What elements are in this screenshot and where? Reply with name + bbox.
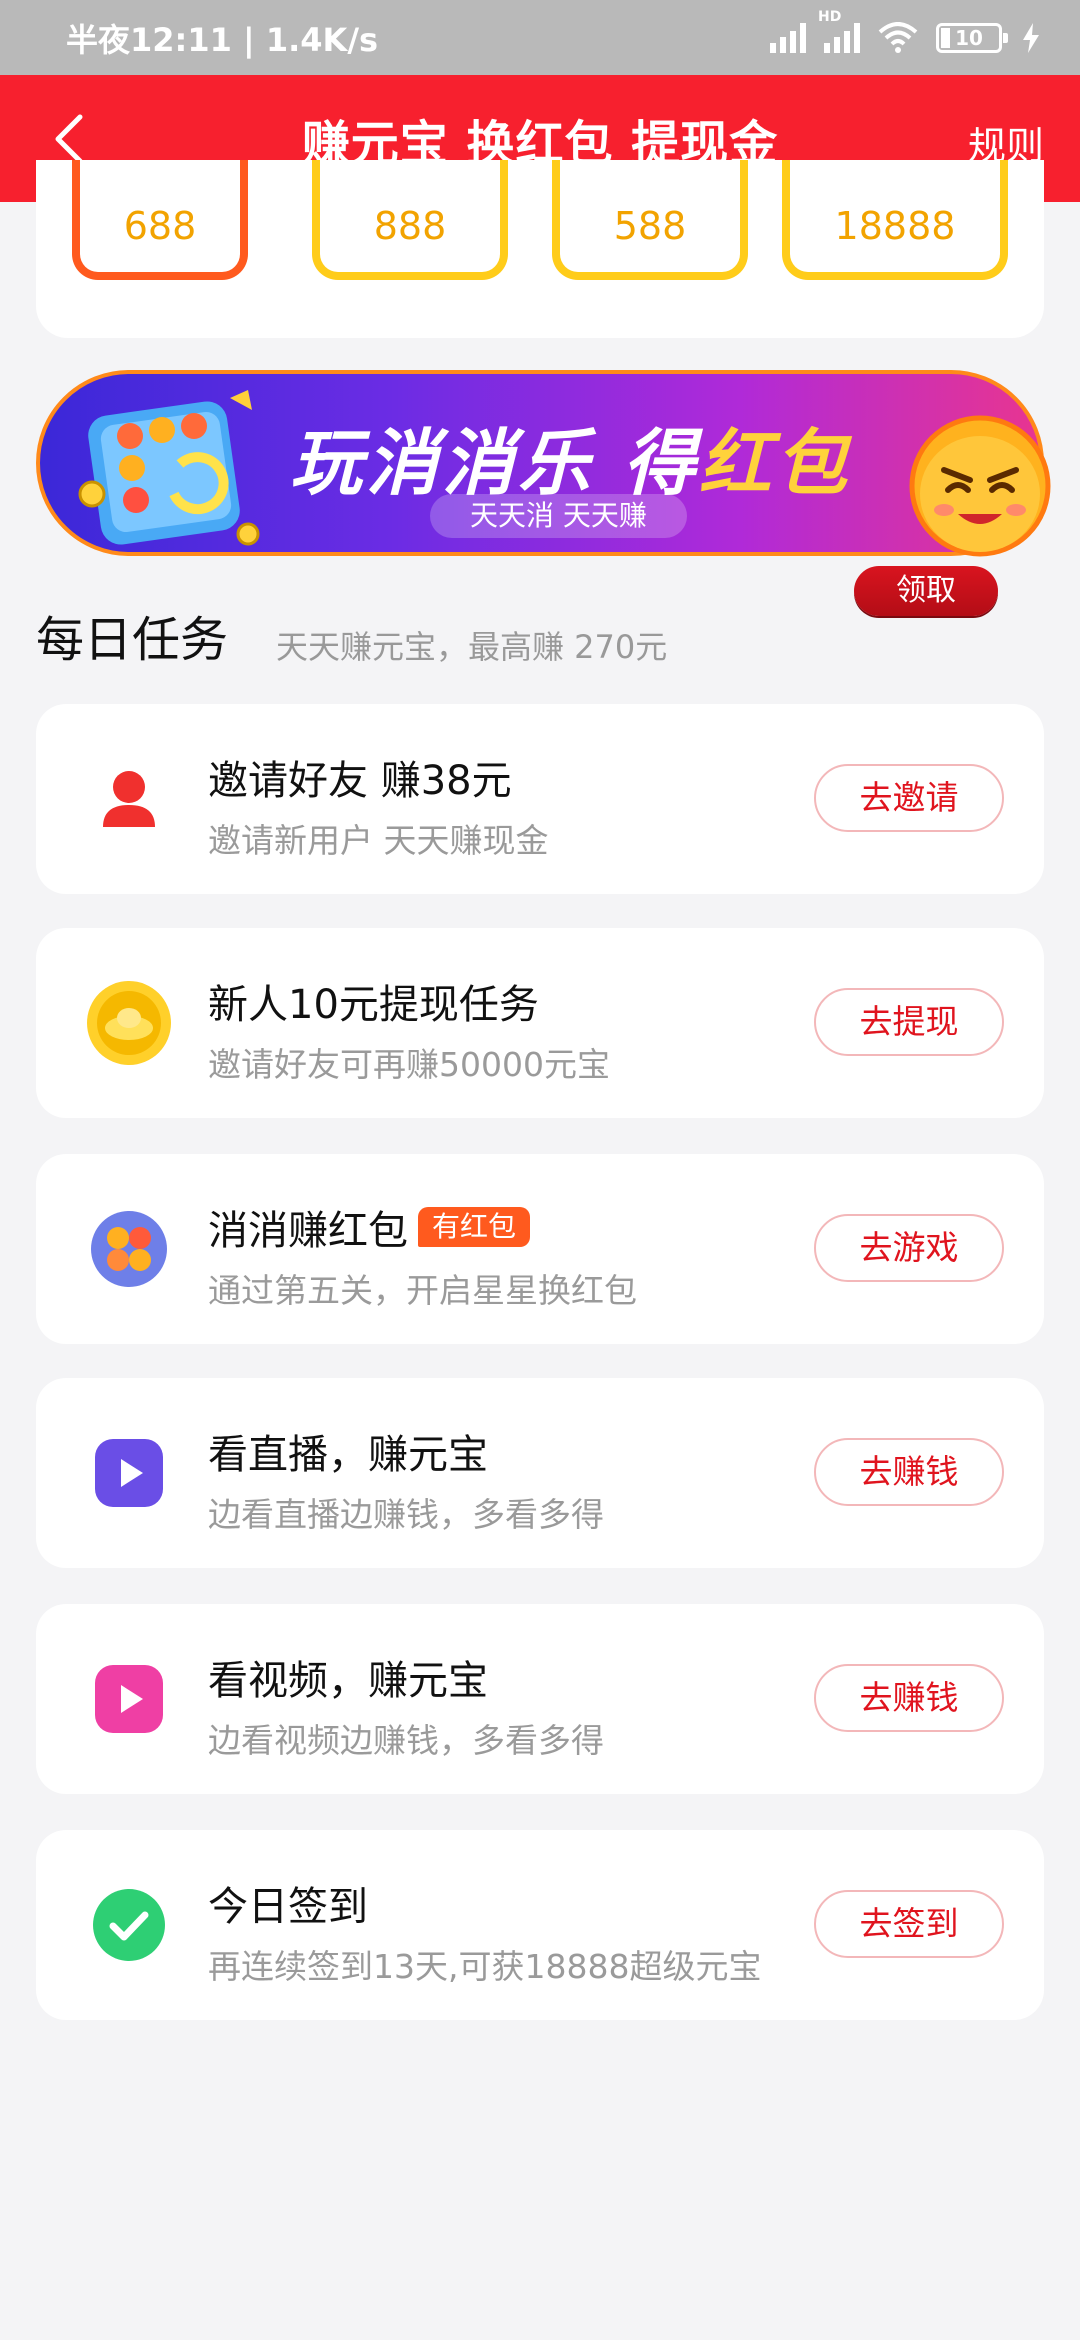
- task-title: 今日签到: [208, 1884, 368, 1930]
- status-time: 半夜12:11 | 1.4K/s: [66, 20, 379, 59]
- task-title: 看视频，赚元宝: [208, 1658, 488, 1704]
- game-icon: [84, 1204, 174, 1294]
- game-board-icon: [78, 390, 260, 546]
- hd-label: HD: [818, 8, 842, 25]
- mascot-icon: [909, 415, 1051, 557]
- task-card-live: 看直播，赚元宝 边看直播边赚钱，多看多得 去赚钱: [36, 1378, 1044, 1568]
- task-card-invite: 邀请好友 赚38元 邀请新用户 天天赚现金 去邀请: [36, 704, 1044, 894]
- reward-option-588[interactable]: 588: [552, 160, 748, 280]
- reward-card: 688 888 588 18888: [36, 160, 1044, 338]
- checkin-button[interactable]: 去签到: [814, 1890, 1004, 1958]
- person-icon: [84, 754, 174, 844]
- task-desc: 再连续签到13天,可获18888超级元宝: [208, 1947, 762, 1986]
- signal-icon: [770, 22, 806, 53]
- battery-icon: 10: [936, 22, 1008, 53]
- banner-subtitle: 天天消 天天赚: [430, 494, 687, 538]
- status-icons: HD 10: [770, 9, 1042, 54]
- charging-icon: [1023, 22, 1039, 53]
- earn-live-button[interactable]: 去赚钱: [814, 1438, 1004, 1506]
- invite-button[interactable]: 去邀请: [814, 764, 1004, 832]
- check-icon: [84, 1880, 174, 1970]
- section-title: 每日任务: [36, 612, 229, 668]
- task-title: 邀请好友 赚38元: [208, 758, 512, 804]
- task-desc: 边看直播边赚钱，多看多得: [208, 1495, 604, 1534]
- back-arrow-icon[interactable]: [50, 111, 90, 167]
- battery-level: 10: [955, 25, 983, 50]
- task-desc: 邀请新用户 天天赚现金: [208, 821, 549, 860]
- gold-ingot-icon: [84, 978, 174, 1068]
- task-desc: 通过第五关，开启星星换红包: [208, 1271, 637, 1310]
- claim-button[interactable]: 领取: [854, 566, 998, 616]
- signal-hd-icon: HD: [818, 9, 860, 53]
- reward-option-688[interactable]: 688: [72, 160, 248, 280]
- task-card-checkin: 今日签到 再连续签到13天,可获18888超级元宝 去签到: [36, 1830, 1044, 2020]
- task-card-game: 消消赚红包 有红包 通过第五关，开启星星换红包 去游戏: [36, 1154, 1044, 1344]
- wifi-icon: [878, 21, 918, 53]
- red-packet-badge: 有红包: [418, 1207, 531, 1247]
- status-bar: 半夜12:11 | 1.4K/s HD 10: [0, 0, 1080, 75]
- task-title: 新人10元提现任务: [208, 982, 539, 1028]
- task-card-withdraw: 新人10元提现任务 邀请好友可再赚50000元宝 去提现: [36, 928, 1044, 1118]
- task-title: 消消赚红包 有红包: [208, 1198, 531, 1256]
- section-subtitle: 天天赚元宝，最高赚 270元: [276, 628, 668, 666]
- withdraw-button[interactable]: 去提现: [814, 988, 1004, 1056]
- reward-option-18888[interactable]: 18888: [782, 160, 1008, 280]
- task-desc: 邀请好友可再赚50000元宝: [208, 1045, 610, 1084]
- reward-option-888[interactable]: 888: [312, 160, 508, 280]
- task-desc: 边看视频边赚钱，多看多得: [208, 1721, 604, 1760]
- task-card-video: 看视频，赚元宝 边看视频边赚钱，多看多得 去赚钱: [36, 1604, 1044, 1794]
- video-play-icon: [84, 1654, 174, 1744]
- live-play-icon: [84, 1428, 174, 1518]
- earn-video-button[interactable]: 去赚钱: [814, 1664, 1004, 1732]
- play-game-button[interactable]: 去游戏: [814, 1214, 1004, 1282]
- task-title: 看直播，赚元宝: [208, 1432, 488, 1478]
- game-banner[interactable]: 玩消消乐 得红包 天天消 天天赚: [36, 370, 1051, 557]
